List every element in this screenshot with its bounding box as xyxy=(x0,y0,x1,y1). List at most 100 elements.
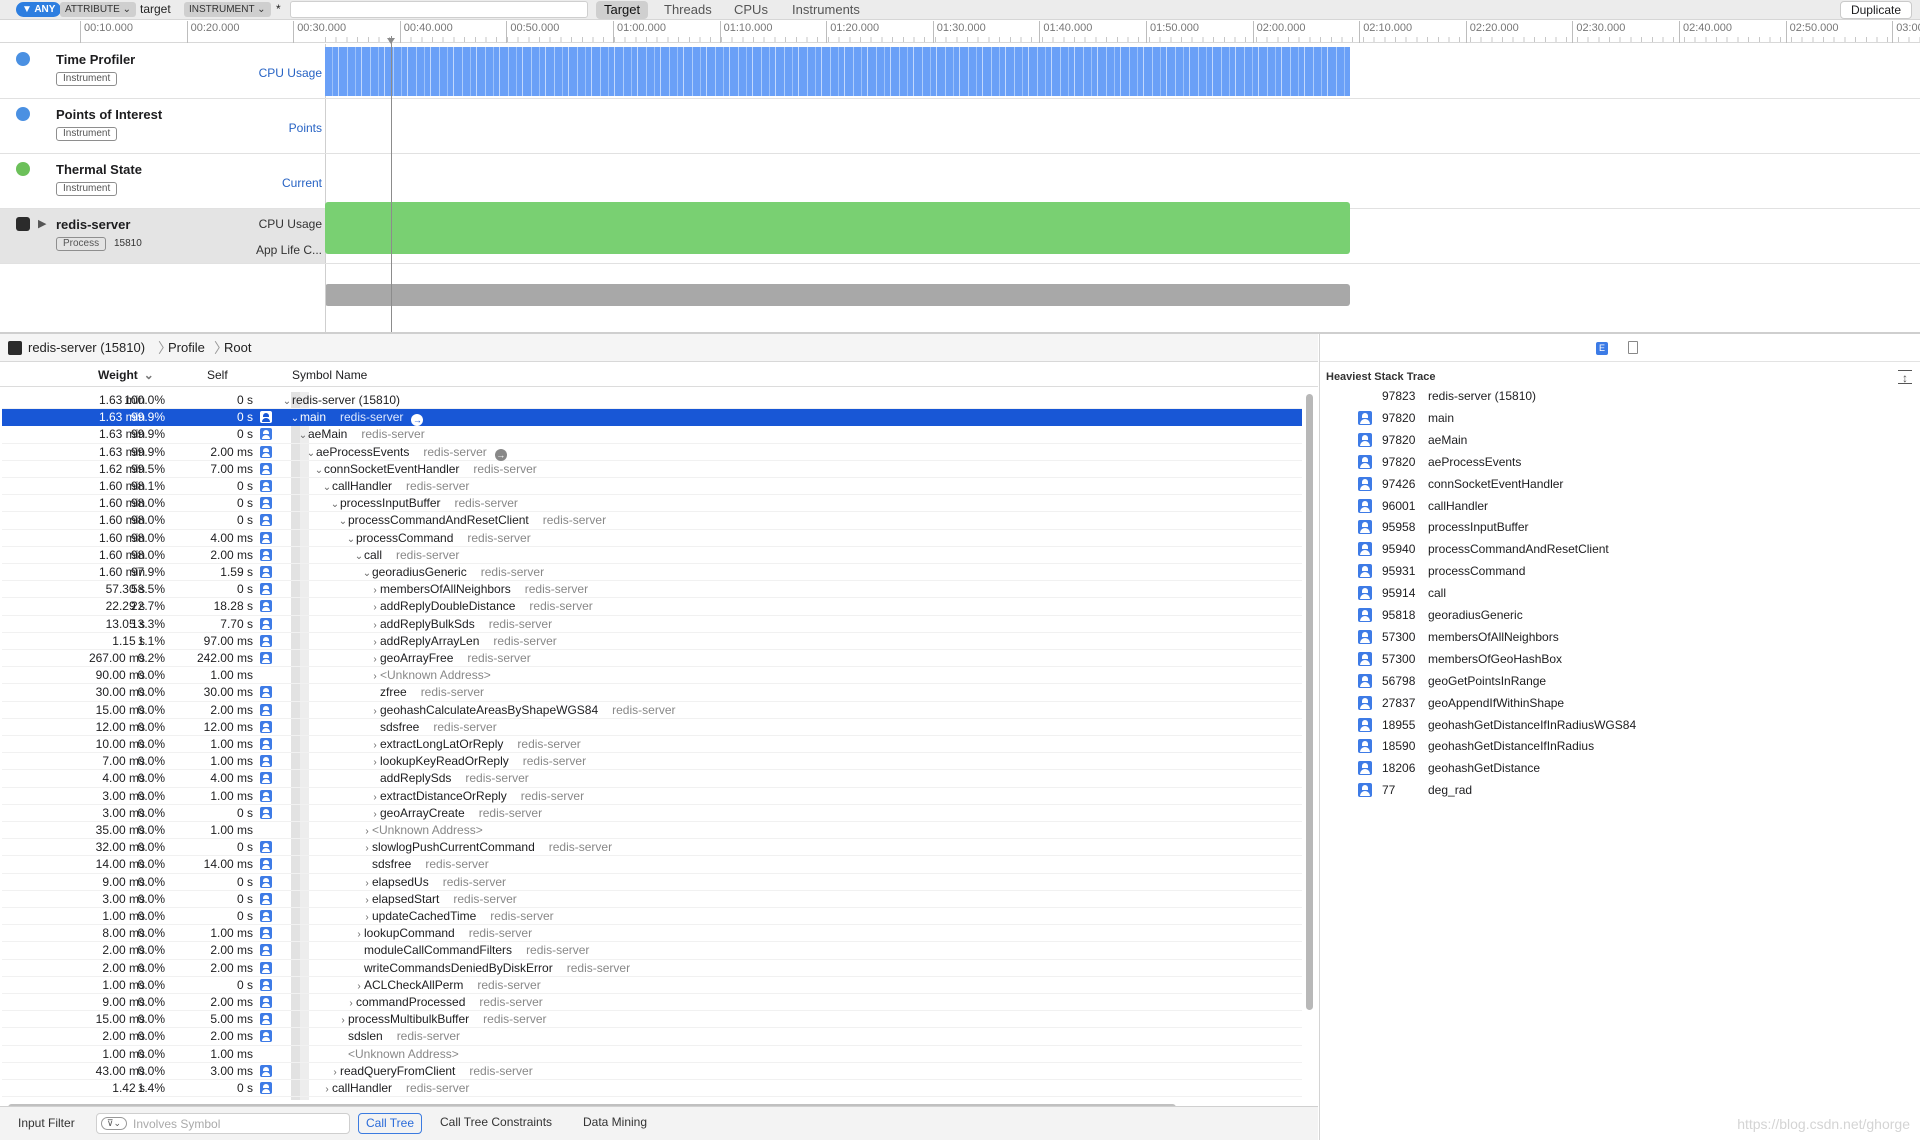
call-tree-row[interactable]: 8.00 ms 0.0% 1.00 ms › lookupCommand redis-se… xyxy=(2,925,1302,943)
track-thermal-state[interactable]: Thermal State Instrument Current xyxy=(0,154,1920,209)
call-tree-row[interactable]: 30.00 ms 0.0% 30.00 ms zfree redis-server xyxy=(2,684,1302,702)
disclosure-open-icon[interactable]: ⌄ xyxy=(298,427,308,444)
disclosure-closed-icon[interactable]: › xyxy=(354,978,364,995)
playhead[interactable] xyxy=(391,36,392,332)
tab-data-mining[interactable]: Data Mining xyxy=(576,1113,654,1134)
attribute-chip[interactable]: ATTRIBUTE ⌄ xyxy=(60,2,136,17)
disclosure-closed-icon[interactable]: › xyxy=(338,1012,348,1029)
stack-frame[interactable]: 18590 geohashGetDistanceIfInRadius xyxy=(1358,736,1918,756)
disclosure-open-icon[interactable]: ⌄ xyxy=(322,479,332,496)
call-tree-row[interactable]: 35.00 ms 0.0% 1.00 ms › <Unknown Address> xyxy=(2,822,1302,840)
call-tree-row[interactable]: 15.00 ms 0.0% 5.00 ms › processMultibulkBuff… xyxy=(2,1011,1302,1029)
disclosure-closed-icon[interactable]: › xyxy=(354,926,364,943)
stack-frame[interactable]: 77 deg_rad xyxy=(1358,780,1918,800)
breadcrumb-root[interactable]: Root xyxy=(224,340,251,355)
stack-frame[interactable]: 95818 georadiusGeneric xyxy=(1358,605,1918,625)
disclosure-open-icon[interactable]: ⌄ xyxy=(290,410,300,427)
disclosure-open-icon[interactable]: ⌄ xyxy=(314,462,324,479)
call-tree-row[interactable]: 1.63 min 99.9% 0 s ⌄aeMain redis-server xyxy=(2,426,1302,444)
go-to-source-icon[interactable]: → xyxy=(494,448,507,461)
tab-call-tree-constraints[interactable]: Call Tree Constraints xyxy=(433,1113,559,1134)
call-tree-row[interactable]: 1.60 min 98.0% 0 s ⌄processCommandAndResetC… xyxy=(2,512,1302,530)
disclosure-closed-icon[interactable]: › xyxy=(370,737,380,754)
call-tree-row[interactable]: 1.63 min 99.9% 2.00 ms ⌄aeProcessEvents redi… xyxy=(2,444,1302,461)
call-tree-row[interactable]: 7.00 ms 0.0% 1.00 ms › lookupKeyReadOrReply r… xyxy=(2,753,1302,771)
call-tree-row[interactable]: 1.42 s 1.4% 0 s › callHandler redis-server xyxy=(2,1080,1302,1098)
call-tree-row[interactable]: 9.00 ms 0.0% 2.00 ms › commandProcessed redis… xyxy=(2,994,1302,1012)
disclosure-open-icon[interactable]: ⌄ xyxy=(306,445,316,462)
stack-frame[interactable]: 56798 geoGetPointsInRange xyxy=(1358,671,1918,691)
stack-frame[interactable]: 97820 main xyxy=(1358,408,1918,428)
filter-any-toggle[interactable]: ▼ ANY xyxy=(16,2,62,17)
stack-frame[interactable]: 27837 geoAppendIfWithinShape xyxy=(1358,693,1918,713)
call-tree-row[interactable]: 9.00 ms 0.0% 0 s › elapsedUs redis-server xyxy=(2,874,1302,891)
disclosure-open-icon[interactable]: ⌄ xyxy=(346,531,356,548)
disclosure-closed-icon[interactable]: › xyxy=(370,599,380,616)
track-points-of-interest[interactable]: Points of Interest Instrument Points xyxy=(0,99,1920,154)
tab-cpus[interactable]: CPUs xyxy=(726,1,776,19)
stack-frame[interactable]: 18955 geohashGetDistanceIfInRadiusWGS84 xyxy=(1358,715,1918,735)
call-tree-row[interactable]: 22.29 s 22.7% 18.28 s › addReplyDoubleDistan… xyxy=(2,598,1302,616)
column-weight[interactable]: Weight ⌄ xyxy=(98,363,154,387)
call-tree-row[interactable]: 2.00 ms 0.0% 2.00 ms sdslen redis-server xyxy=(2,1028,1302,1046)
call-tree-row[interactable]: 1.60 min 98.0% 0 s ⌄processInputBuffer redis… xyxy=(2,495,1302,513)
stack-frame[interactable]: 95958 processInputBuffer xyxy=(1358,517,1918,537)
disclosure-closed-icon[interactable]: › xyxy=(370,668,380,685)
call-tree-row[interactable]: 13.05 s 13.3% 7.70 s › addReplyBulkSds redis-… xyxy=(2,616,1302,633)
filter-text-field[interactable] xyxy=(290,1,588,18)
disclosure-triangle-icon[interactable]: ▶ xyxy=(38,217,46,230)
call-tree-row[interactable]: 1.00 ms 0.0% 0 s › updateCachedTime redis-ser… xyxy=(2,908,1302,926)
call-tree-row[interactable]: 1.62 min 99.5% 7.00 ms ⌄connSocketEventHand… xyxy=(2,461,1302,478)
stack-frame[interactable]: 95914 call xyxy=(1358,583,1918,603)
disclosure-closed-icon[interactable]: › xyxy=(362,875,372,892)
tab-threads[interactable]: Threads xyxy=(656,1,720,19)
call-tree-row[interactable]: 1.60 min 97.9% 1.59 s ⌄georadiusGeneric redi… xyxy=(2,564,1302,582)
disclosure-closed-icon[interactable]: › xyxy=(362,840,372,857)
tab-target[interactable]: Target xyxy=(596,1,649,19)
breadcrumb-process[interactable]: redis-server (15810) xyxy=(28,340,145,355)
column-self[interactable]: Self xyxy=(207,363,228,387)
disclosure-closed-icon[interactable]: › xyxy=(322,1081,332,1098)
disclosure-closed-icon[interactable]: › xyxy=(346,995,356,1012)
stack-frame[interactable]: 97426 connSocketEventHandler xyxy=(1358,474,1918,494)
tab-instruments[interactable]: Instruments xyxy=(784,1,868,19)
stack-frame[interactable]: 97823 redis-server (15810) xyxy=(1358,386,1918,406)
call-tree-row[interactable]: 2.00 ms 0.0% 2.00 ms writeCommandsDeniedByD… xyxy=(2,960,1302,977)
vertical-scrollbar[interactable] xyxy=(1306,394,1313,1010)
disclosure-open-icon[interactable]: ⌄ xyxy=(362,565,372,582)
extended-detail-icon[interactable]: E xyxy=(1596,342,1608,355)
call-tree-row[interactable]: 10.00 ms 0.0% 1.00 ms › extractLongLatOrRepl… xyxy=(2,736,1302,754)
column-symbol-name[interactable]: Symbol Name xyxy=(292,363,367,387)
call-tree-row[interactable]: 15.00 ms 0.0% 2.00 ms › geohashCalculateArea… xyxy=(2,702,1302,719)
disclosure-closed-icon[interactable]: › xyxy=(370,617,380,634)
document-icon[interactable] xyxy=(1628,341,1638,354)
call-tree-row[interactable]: 3.00 ms 0.0% 0 s › elapsedStart redis-server xyxy=(2,891,1302,908)
disclosure-closed-icon[interactable]: › xyxy=(362,909,372,926)
call-tree-row[interactable]: 14.00 ms 0.0% 14.00 ms sdsfree redis-server xyxy=(2,856,1302,874)
disclosure-closed-icon[interactable]: › xyxy=(370,754,380,771)
call-tree-row[interactable]: 267.00 ms 0.2% 242.00 ms › geoArrayFree redis… xyxy=(2,650,1302,668)
go-to-source-icon[interactable]: → xyxy=(411,414,424,427)
call-tree-row[interactable]: 1.60 min 98.0% 2.00 ms ⌄call redis-server xyxy=(2,547,1302,564)
call-tree-row[interactable]: 2.00 ms 0.0% 2.00 ms moduleCallCommandFilte… xyxy=(2,942,1302,960)
track-lane[interactable] xyxy=(325,154,1920,208)
stack-frame[interactable]: 57300 membersOfAllNeighbors xyxy=(1358,627,1918,647)
disclosure-closed-icon[interactable]: › xyxy=(362,892,372,909)
stack-frame[interactable]: 95931 processCommand xyxy=(1358,561,1918,581)
playhead-handle-icon[interactable] xyxy=(387,38,395,44)
stack-frame[interactable]: 96001 callHandler xyxy=(1358,496,1918,516)
disclosure-closed-icon[interactable]: › xyxy=(370,789,380,806)
duplicate-button[interactable]: Duplicate xyxy=(1839,1,1912,19)
involves-symbol-field[interactable]: ⊽⌄ Involves Symbol xyxy=(96,1113,350,1134)
disclosure-closed-icon[interactable]: › xyxy=(370,806,380,823)
disclosure-closed-icon[interactable]: › xyxy=(330,1064,340,1081)
track-lane[interactable] xyxy=(325,99,1920,153)
stack-frame[interactable]: 95940 processCommandAndResetClient xyxy=(1358,539,1918,559)
stack-frame[interactable]: 97820 aeProcessEvents xyxy=(1358,452,1918,472)
instrument-chip[interactable]: INSTRUMENT ⌄ xyxy=(184,2,271,17)
filter-options-icon[interactable]: ⊽⌄ xyxy=(101,1117,127,1130)
track-time-profiler[interactable]: Time Profiler Instrument CPU Usage xyxy=(0,44,1920,99)
call-tree-row[interactable]: 1.63 min 99.9% 0 s ⌄main redis-server → xyxy=(2,409,1302,427)
disclosure-closed-icon[interactable]: › xyxy=(362,823,372,840)
stack-frame[interactable]: 57300 membersOfGeoHashBox xyxy=(1358,649,1918,669)
